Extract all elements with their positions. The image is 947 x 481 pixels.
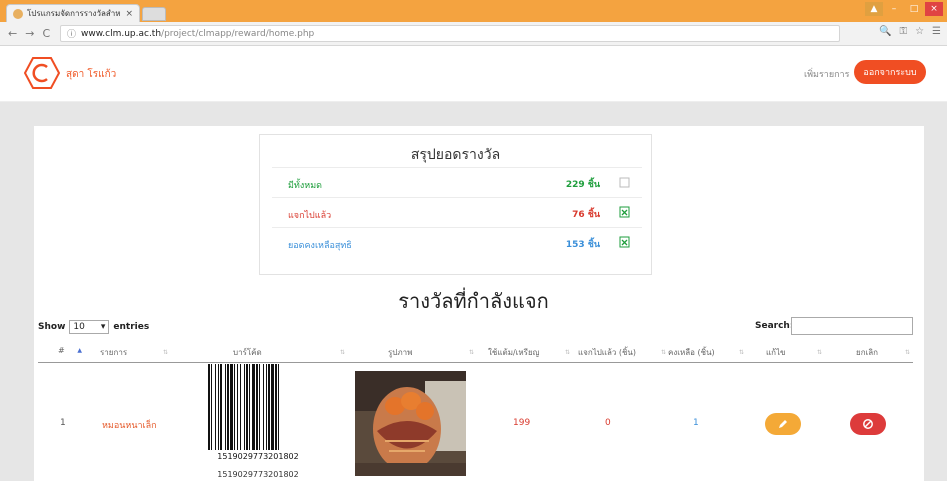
url-path: /project/clmapp/reward/home.php [161, 28, 315, 39]
zoom-icon[interactable]: 🔍 [879, 26, 891, 37]
sort-icon: ⇅ [738, 349, 744, 356]
minimize-icon[interactable]: – [885, 2, 903, 16]
url-host: www.clm.up.ac.th [81, 28, 162, 39]
back-button[interactable]: ← [8, 27, 17, 40]
reward-photo[interactable] [355, 371, 466, 476]
new-tab-button[interactable] [142, 7, 166, 21]
section-title: รางวัลที่กำลังแจก [398, 289, 549, 313]
site-header: สุดา โรแก้ว เพิ่มรายการ ออกจากระบบ [0, 47, 947, 102]
info-icon[interactable]: ⓘ [67, 27, 76, 40]
entries-select[interactable]: 10 ▾ [69, 320, 110, 334]
summary-count-remaining: 153 ชิ้น [565, 240, 600, 250]
browser-tab[interactable]: โปรแกรมจัดการรางวัลสำหรั × [6, 4, 140, 22]
address-bar: ← → C ⓘ www.clm.up.ac.th /project/clmapp… [0, 22, 947, 46]
browser-titlebar: โปรแกรมจัดการรางวัลสำหรั × ▲ – □ × [0, 0, 947, 22]
row-index: 1 [60, 418, 66, 428]
entries-value: 10 [73, 322, 85, 332]
forward-button[interactable]: → [25, 27, 34, 40]
menu-icon[interactable]: ☰ [932, 26, 941, 37]
bookmark-star-icon[interactable]: ☆ [915, 26, 924, 37]
reward-summary-panel: สรุปยอดรางวัล มีทั้งหมด 229 ชิ้น แจกไปแล… [259, 134, 652, 275]
sort-icon: ⇅ [564, 349, 570, 356]
summary-row-total: มีทั้งหมด 229 ชิ้น [272, 167, 642, 197]
search-input[interactable] [791, 317, 913, 335]
key-icon[interactable]: ⚿ [899, 26, 907, 37]
sort-asc-icon: ▲ [77, 347, 82, 354]
row-given: 0 [605, 418, 611, 428]
window-controls: ▲ – □ × [865, 2, 943, 16]
column-header-edit[interactable]: แก้ไข ⇅ [766, 346, 822, 359]
close-window-icon[interactable]: × [925, 2, 943, 16]
sort-icon: ⇅ [660, 349, 666, 356]
column-header-cancel[interactable]: ยกเลิก ⇅ [856, 346, 910, 359]
ban-icon [863, 419, 873, 429]
logout-button[interactable]: ออกจากระบบ [854, 60, 926, 84]
barcode-caption: 1519029773201802 [217, 470, 299, 479]
sort-icon: ⇅ [468, 349, 474, 356]
pencil-icon [779, 420, 787, 428]
search-label: Search: [755, 321, 794, 331]
summary-label-total: มีทั้งหมด [288, 181, 322, 191]
sort-icon: ⇅ [339, 349, 345, 356]
sort-icon: ⇅ [816, 349, 822, 356]
summary-count-given: 76 ชิ้น [572, 210, 600, 220]
edit-button[interactable] [765, 413, 801, 435]
sort-icon: ⇅ [904, 349, 910, 356]
excel-icon[interactable] [619, 206, 630, 218]
excel-icon[interactable] [619, 236, 630, 248]
summary-row-given: แจกไปแล้ว 76 ชิ้น [272, 197, 642, 227]
summary-label-given: แจกไปแล้ว [288, 211, 332, 221]
url-field[interactable]: ⓘ www.clm.up.ac.th /project/clmapp/rewar… [60, 25, 840, 42]
summary-label-remaining: ยอดคงเหลือสุทธิ [288, 241, 352, 251]
tab-title: โปรแกรมจัดการรางวัลสำหรั [27, 9, 122, 18]
summary-row-remaining: ยอดคงเหลือสุทธิ 153 ชิ้น [272, 227, 642, 257]
row-points: 199 [513, 418, 531, 428]
show-label: Show [38, 322, 66, 332]
sort-icon: ⇅ [162, 349, 168, 356]
tab-close-icon[interactable]: × [125, 9, 133, 19]
cancel-button[interactable] [850, 413, 886, 435]
entries-label: entries [113, 322, 150, 332]
column-header-index[interactable]: # ▲ [58, 346, 82, 355]
column-header-item[interactable]: รายการ ⇅ [100, 346, 168, 359]
column-header-points[interactable]: ใช้แต้ม/เหรียญ ⇅ [488, 346, 570, 359]
barcode-number: 1519029773201802 [217, 452, 299, 461]
add-item-link[interactable]: เพิ่มรายการ [804, 67, 849, 81]
column-header-given[interactable]: แจกไปแล้ว (ชิ้น) ⇅ [578, 346, 666, 359]
logo-icon[interactable] [24, 57, 60, 89]
checkbox-icon[interactable] [619, 176, 630, 188]
browser-tools: 🔍 ⚿ ☆ ☰ [879, 26, 941, 37]
summary-title: สรุปยอดรางวัล [410, 147, 501, 163]
maximize-icon[interactable]: □ [905, 2, 923, 16]
barcode-image [208, 364, 279, 450]
column-header-barcode[interactable]: บาร์โค้ด ⇅ [233, 346, 345, 359]
show-entries-control: Show 10 ▾ entries [38, 320, 149, 334]
table-header: # ▲ รายการ ⇅ บาร์โค้ด ⇅ รูปภาพ ⇅ ใช้แต้ม/เหร… [38, 339, 913, 363]
favicon-icon [13, 8, 23, 19]
column-header-remaining[interactable]: คงเหลือ (ชิ้น) ⇅ [668, 346, 744, 359]
profile-icon[interactable]: ▲ [865, 2, 883, 16]
reload-button[interactable]: C [42, 27, 50, 40]
column-header-image[interactable]: รูปภาพ ⇅ [388, 346, 474, 359]
chevron-down-icon: ▾ [100, 322, 106, 332]
user-name[interactable]: สุดา โรแก้ว [66, 67, 116, 82]
summary-count-total: 229 ชิ้น [565, 180, 600, 190]
row-item-name[interactable]: หมอนหนาเล็ก [102, 418, 157, 432]
row-remaining: 1 [693, 418, 699, 428]
